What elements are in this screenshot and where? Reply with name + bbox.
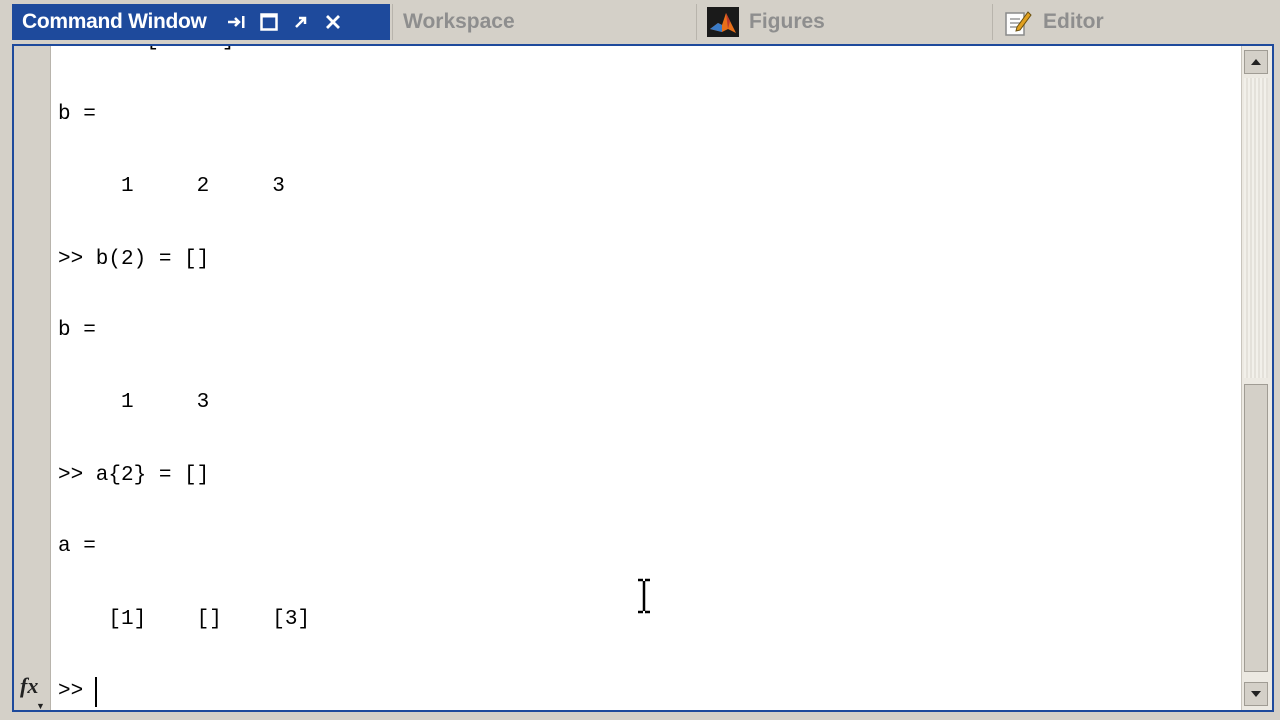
close-icon[interactable] bbox=[317, 6, 349, 38]
undock-icon[interactable] bbox=[285, 6, 317, 38]
scrollbar-track[interactable] bbox=[1244, 78, 1268, 378]
tab-figures[interactable]: Figures bbox=[696, 4, 992, 40]
editor-pencil-icon bbox=[1003, 7, 1033, 37]
command-prompt-line[interactable]: >> bbox=[58, 674, 98, 710]
output-line: 1 3 bbox=[58, 391, 210, 414]
function-browser-icon[interactable]: fx ▼ bbox=[20, 672, 48, 711]
command-window-gutter: fx ▼ bbox=[14, 46, 51, 711]
command-line: >> b(2) = [] bbox=[58, 248, 210, 271]
vertical-scrollbar[interactable] bbox=[1241, 46, 1272, 710]
output-line: a = bbox=[58, 535, 96, 558]
output-line: b = bbox=[58, 319, 96, 342]
chevron-down-icon bbox=[1251, 691, 1261, 697]
tab-workspace-label: Workspace bbox=[403, 10, 515, 33]
output-line: b = bbox=[58, 103, 96, 126]
scroll-up-button[interactable] bbox=[1244, 50, 1268, 74]
maximize-icon[interactable] bbox=[253, 6, 285, 38]
desktop-tab-bar: Command Window Workspace Figures Editor bbox=[0, 0, 1280, 44]
command-line: >> a{2} = [] bbox=[58, 464, 210, 487]
matlab-logo-icon bbox=[707, 7, 739, 37]
chevron-up-icon bbox=[1251, 59, 1261, 65]
tab-command-window[interactable]: Command Window bbox=[12, 4, 390, 40]
tab-editor[interactable]: Editor bbox=[992, 4, 1280, 40]
output-line-clipped: >> b = [1 2 3] bbox=[58, 46, 234, 54]
scroll-down-button[interactable] bbox=[1244, 682, 1268, 706]
text-caret bbox=[95, 677, 98, 707]
tab-editor-label: Editor bbox=[1043, 10, 1104, 33]
dock-arrow-icon[interactable] bbox=[221, 6, 253, 38]
output-line: [1] [] [3] bbox=[58, 608, 311, 631]
tab-figures-label: Figures bbox=[749, 10, 825, 33]
text-cursor-icon bbox=[636, 578, 652, 619]
tab-workspace[interactable]: Workspace bbox=[392, 4, 696, 40]
tab-command-window-label: Command Window bbox=[22, 10, 207, 33]
scrollbar-thumb[interactable] bbox=[1244, 384, 1268, 672]
output-line: 1 2 3 bbox=[58, 175, 285, 198]
command-prompt: >> bbox=[58, 680, 84, 703]
